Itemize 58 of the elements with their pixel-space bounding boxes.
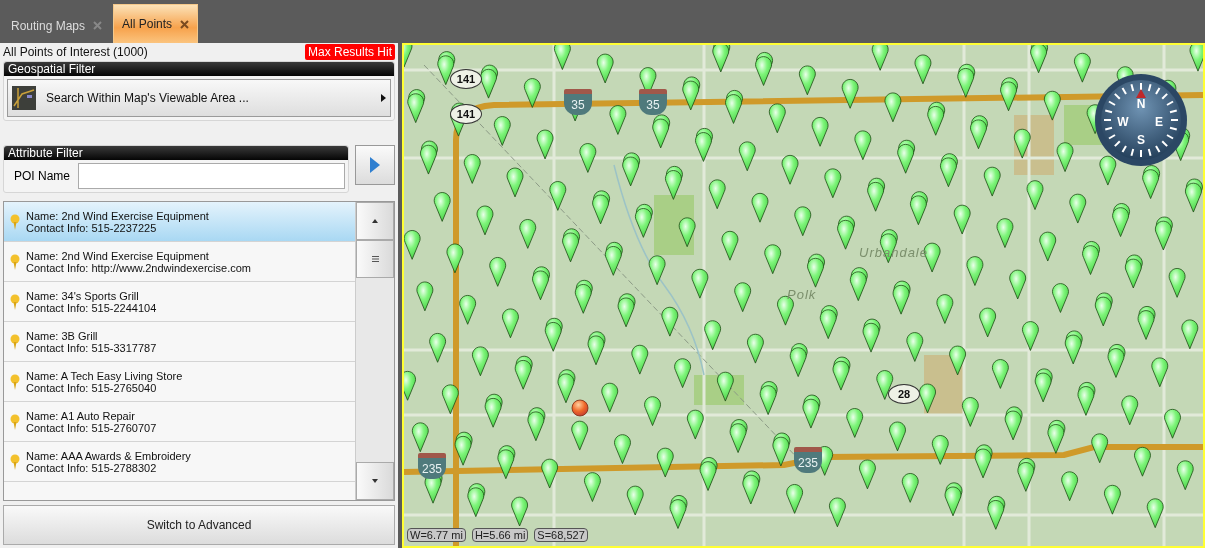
close-icon[interactable] bbox=[93, 21, 103, 30]
poi-name-field[interactable] bbox=[78, 163, 345, 189]
route-shield: 235 bbox=[418, 453, 446, 479]
compass-letter: S bbox=[1137, 133, 1145, 147]
poi-name: Name: A1 Auto Repair bbox=[26, 409, 136, 422]
poi-name: Name: AAA Awards & Embroidery bbox=[26, 449, 191, 462]
route-shield: 235 bbox=[794, 447, 822, 473]
section-header: Geospatial Filter bbox=[4, 62, 394, 76]
route-shield: 35 bbox=[639, 89, 667, 115]
pin-icon bbox=[10, 453, 20, 470]
pin-icon bbox=[10, 253, 20, 270]
field-label: POI Name bbox=[14, 169, 70, 183]
pin-icon bbox=[10, 373, 20, 390]
scrollbar[interactable] bbox=[355, 202, 394, 500]
poi-contact: Contact Info: 515-2788302 bbox=[26, 461, 157, 474]
poi-name: Name: 2nd Wind Exercise Equipment bbox=[26, 249, 210, 262]
pin-icon bbox=[10, 213, 20, 230]
scale-readout: S=68,527 bbox=[534, 528, 588, 542]
tab[interactable]: All Points bbox=[113, 4, 199, 43]
compass-letter: N bbox=[1136, 97, 1146, 111]
pin-icon bbox=[10, 413, 20, 430]
compass-letter: W bbox=[1117, 115, 1129, 129]
poi-contact: Contact Info: http://www.2ndwindexercise.com bbox=[26, 261, 251, 274]
up-arrow-icon bbox=[372, 219, 378, 223]
scroll-up-button[interactable] bbox=[356, 202, 394, 240]
pin-icon bbox=[10, 333, 20, 350]
route-shield: 35 bbox=[564, 89, 592, 115]
compass-letter: E bbox=[1155, 115, 1163, 129]
poi-contact: Contact Info: 515-2760707 bbox=[26, 421, 157, 434]
scroll-down-button[interactable] bbox=[356, 462, 394, 500]
poi-contact: Contact Info: 515-2237225 bbox=[26, 221, 157, 234]
caret-icon bbox=[381, 94, 386, 102]
poi-name: Name: 3B Grill bbox=[26, 329, 99, 342]
scale-readout: H=5.66 mi bbox=[471, 528, 529, 542]
poi-contact: Contact Info: 515-2765040 bbox=[26, 381, 158, 394]
down-arrow-icon bbox=[372, 479, 378, 483]
compass-icon[interactable] bbox=[1093, 72, 1189, 168]
poi-name: Name: A Tech Easy Living Store bbox=[26, 369, 183, 382]
results-title: All Points of Interest (1000) bbox=[3, 45, 148, 59]
section-header: Attribute Filter bbox=[4, 146, 348, 160]
poi-contact: Contact Info: 515-3317787 bbox=[26, 341, 157, 354]
poi-name: Name: 2nd Wind Exercise Equipment bbox=[26, 209, 209, 222]
scale-readout: W=6.77 mi bbox=[407, 528, 466, 542]
grip-icon bbox=[371, 256, 379, 262]
search-area-button[interactable]: Search Within Map's Viewable Area ... bbox=[7, 79, 391, 117]
search-button[interactable] bbox=[355, 145, 395, 185]
tab[interactable]: Routing Maps bbox=[2, 7, 112, 43]
place-label: Polk bbox=[787, 287, 817, 302]
play-icon bbox=[370, 157, 380, 173]
max-results-badge: Max Results Hit bbox=[304, 44, 395, 60]
close-icon[interactable] bbox=[180, 19, 190, 29]
poi-contact: Contact Info: 515-2244104 bbox=[26, 301, 157, 314]
scroll-thumb[interactable] bbox=[356, 240, 394, 278]
poi-list-item[interactable]: Name: 2nd Wind Exercise Equipment Contact Info: 515-2237225 bbox=[4, 202, 355, 242]
poi-name: Name: 34's Sports Grill bbox=[26, 289, 140, 302]
pin-icon bbox=[10, 293, 20, 310]
map-thumbnail-icon bbox=[12, 86, 36, 110]
switch-advanced-button[interactable]: Switch to Advanced bbox=[3, 505, 395, 545]
